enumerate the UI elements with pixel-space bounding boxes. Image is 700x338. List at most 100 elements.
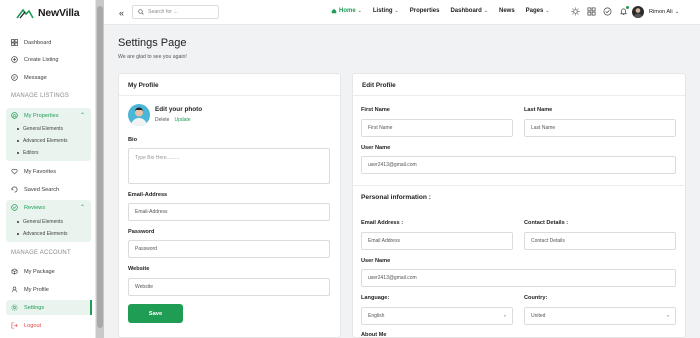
sidebar-item-label: My Properties [24, 112, 59, 119]
country-select[interactable]: United ⌄ [524, 307, 676, 325]
chevron-down-icon: ⌄ [665, 312, 670, 319]
dashboard-icon [11, 39, 18, 46]
chat-icon[interactable] [603, 7, 612, 16]
update-photo-link[interactable]: Update [174, 117, 190, 123]
about-me-label: About Me [361, 332, 387, 338]
logout-icon [11, 322, 18, 329]
page-subtitle: We are glad to see you again! [118, 54, 187, 60]
delete-photo-link[interactable]: Delete [155, 117, 169, 123]
menu-home[interactable]: Home ⌄ [331, 8, 362, 14]
last-name-field[interactable]: Last Name [524, 119, 676, 137]
app-name: NewVilla [38, 7, 80, 19]
sidebar-item-my-favorites[interactable]: My Favorites [6, 164, 91, 179]
website-label: Website [128, 266, 150, 272]
subitem-editors[interactable]: Editors [17, 150, 39, 156]
language-select[interactable]: English ⌄ [361, 307, 513, 325]
grid-icon[interactable] [587, 7, 596, 16]
sidebar-item-logout[interactable]: Logout [6, 318, 91, 333]
language-label: Language: [361, 295, 390, 301]
edit-profile-card: Edit Profile [352, 73, 686, 338]
user-menu[interactable]: Rimon Ali ⌄ [649, 9, 679, 15]
sidebar-scrollbar[interactable] [96, 0, 104, 338]
sun-icon[interactable] [571, 7, 580, 16]
sidebar-item-settings[interactable]: Settings [6, 300, 92, 315]
bio-textarea[interactable]: Type Bio Here......... [128, 148, 330, 184]
sidebar-item-create-listing[interactable]: Create Listing [6, 52, 91, 67]
edit-photo-title: Edit your photo [155, 106, 203, 113]
sidebar-item-label: Message [24, 74, 47, 81]
contact-details-label: Contact Details : [524, 220, 569, 226]
page-title: Settings Page [118, 37, 187, 49]
chevron-up-icon: ⌃ [79, 205, 85, 211]
avatar[interactable] [632, 6, 644, 18]
subitem-advanced-elements[interactable]: Advanced Elements [17, 231, 67, 237]
section-manage-listings: MANAGE LISTINGS [11, 93, 70, 99]
review-icon [11, 204, 18, 211]
main-menu: Home ⌄ Listing ⌄ Properties Dashboard ⌄ New… [331, 8, 550, 14]
message-icon [11, 74, 18, 81]
menu-news[interactable]: News [499, 8, 515, 14]
subitem-general-elements[interactable]: General Elements [17, 126, 63, 132]
card-heading: My Profile [119, 74, 340, 96]
menu-pages[interactable]: Pages ⌄ [526, 8, 550, 14]
email-address-label: Email Address : [361, 220, 404, 226]
last-name-label: Last Name [524, 107, 553, 113]
sidebar-item-message[interactable]: Message [6, 70, 91, 85]
reviews-group: Reviews ⌃ General Elements Advanced Elem… [6, 200, 91, 242]
home-icon [11, 112, 18, 119]
website-field[interactable]: Website [128, 278, 330, 296]
my-properties-group: My Properties ⌃ General Elements Advance… [6, 108, 91, 161]
sidebar-item-label: Dashboard [24, 39, 52, 46]
sidebar-item-label: Saved Search [24, 186, 60, 193]
password-label: Password [128, 229, 155, 235]
save-button[interactable]: Save [128, 304, 183, 323]
sidebar-item-my-properties[interactable]: My Properties ⌃ [6, 108, 91, 123]
divider [352, 185, 686, 186]
search-placeholder: Search for ... [148, 9, 178, 15]
sidebar-item-my-profile[interactable]: My Profile [6, 282, 91, 297]
collapse-sidebar-icon[interactable]: « [119, 8, 124, 18]
logo-icon [16, 7, 34, 19]
chevron-down-icon: ⌄ [545, 8, 550, 14]
subitem-advanced-elements[interactable]: Advanced Elements [17, 138, 67, 144]
email-label: Email-Address [128, 192, 168, 198]
bio-label: Bio [128, 137, 138, 143]
chevron-down-icon: ⌄ [357, 8, 362, 14]
saved-search-icon [11, 186, 18, 193]
sidebar-item-label: Settings [24, 304, 45, 311]
email-address-field[interactable]: Email Address [361, 232, 513, 250]
email-field[interactable]: Email-Address [128, 203, 330, 221]
sidebar-item-dashboard[interactable]: Dashboard [6, 35, 91, 50]
username2-label: User Name [361, 258, 391, 264]
first-name-label: First Name [361, 107, 390, 113]
chevron-up-icon: ⌃ [79, 113, 85, 119]
scrollbar-thumb[interactable] [97, 6, 103, 328]
sidebar-item-label: Reviews [24, 204, 46, 211]
country-label: Country: [524, 295, 548, 301]
sidebar-item-my-package[interactable]: My Package [6, 264, 91, 279]
password-field[interactable]: Password [128, 240, 330, 258]
topbar: « Search for ... Home ⌄ Listing ⌄ Properti… [104, 0, 700, 25]
sidebar-item-label: My Favorites [24, 168, 57, 175]
section-manage-account: MANAGE ACCOUNT [11, 250, 71, 256]
username2-field[interactable]: user2413@gmail.com [361, 269, 676, 287]
chevron-down-icon: ⌄ [502, 312, 507, 319]
username-field[interactable]: user2413@gmail.com [361, 156, 676, 174]
logo[interactable]: NewVilla [16, 7, 80, 19]
search-input[interactable]: Search for ... [132, 5, 219, 19]
settings-icon [11, 304, 18, 311]
chevron-down-icon: ⌄ [483, 8, 488, 14]
sidebar-item-reviews[interactable]: Reviews ⌃ [6, 200, 91, 215]
menu-listing[interactable]: Listing ⌄ [373, 8, 399, 14]
sidebar-item-label: My Profile [24, 286, 49, 293]
sidebar-item-saved-search[interactable]: Saved Search [6, 182, 91, 197]
menu-properties[interactable]: Properties [410, 8, 440, 14]
contact-details-field[interactable]: Contact Details [524, 232, 676, 250]
subitem-general-elements[interactable]: General Elements [17, 219, 63, 225]
sidebar-item-label: Logout [24, 322, 42, 329]
sidebar: NewVilla Dashboard Create Listing Messag… [0, 0, 96, 338]
menu-dashboard[interactable]: Dashboard ⌄ [450, 8, 488, 14]
user-name: Rimon Ali [649, 9, 673, 15]
first-name-field[interactable]: First Name [361, 119, 513, 137]
package-icon [11, 268, 18, 275]
